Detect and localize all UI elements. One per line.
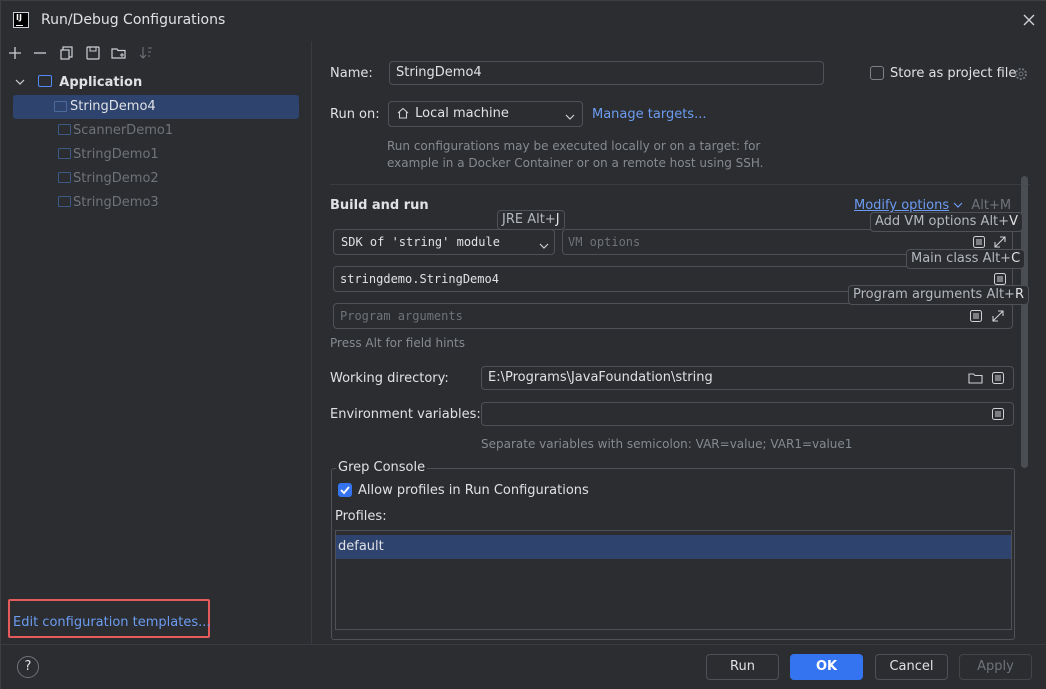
environment-variables-label: Environment variables: bbox=[330, 407, 481, 422]
expand-icon[interactable] bbox=[991, 309, 1005, 326]
profiles-label: Profiles: bbox=[335, 509, 387, 524]
store-as-project-label[interactable]: Store as project file bbox=[890, 66, 1016, 81]
run-config-icon bbox=[58, 196, 71, 207]
name-value: StringDemo4 bbox=[396, 65, 482, 80]
save-icon[interactable] bbox=[84, 44, 102, 62]
chevron-down-icon bbox=[565, 110, 575, 125]
list-icon[interactable] bbox=[991, 371, 1005, 389]
field-hints-text: Press Alt for field hints bbox=[330, 336, 465, 350]
run-on-dropdown[interactable]: Local machine bbox=[388, 101, 583, 127]
sdk-value: SDK of 'string' module bbox=[341, 235, 500, 249]
remove-icon[interactable] bbox=[31, 44, 49, 62]
tree-item-stringdemo1[interactable]: StringDemo1 bbox=[54, 143, 159, 167]
tooltip-text: Add VM options Alt+ bbox=[875, 214, 1010, 229]
store-as-project-checkbox[interactable] bbox=[870, 66, 884, 80]
build-and-run-title: Build and run bbox=[330, 198, 429, 213]
run-config-icon bbox=[58, 148, 71, 159]
environment-variables-field[interactable] bbox=[481, 402, 1014, 426]
chevron-down-icon[interactable] bbox=[15, 71, 29, 95]
allow-profiles-label[interactable]: Allow profiles in Run Configurations bbox=[358, 483, 589, 498]
application-folder-icon bbox=[38, 75, 53, 87]
help-button[interactable]: ? bbox=[17, 656, 39, 678]
tree-item-stringdemo2[interactable]: StringDemo2 bbox=[54, 167, 159, 191]
run-config-icon bbox=[54, 101, 67, 112]
run-on-hint-line-1: Run configurations may be executed local… bbox=[387, 139, 761, 153]
tree-item-label: StringDemo3 bbox=[73, 195, 159, 210]
tree-root-application[interactable]: Application bbox=[15, 71, 142, 95]
sort-icon[interactable] bbox=[137, 44, 155, 62]
sdk-dropdown[interactable]: SDK of 'string' module bbox=[333, 229, 555, 255]
chevron-down-icon bbox=[539, 239, 549, 253]
profiles-list[interactable]: default bbox=[335, 530, 1012, 630]
modify-options-label: Modify options bbox=[854, 198, 950, 213]
modify-options-link[interactable]: Modify options Alt+M bbox=[854, 198, 1011, 213]
title-bar: IJ Run/Debug Configurations bbox=[1, 1, 1046, 41]
dialog-button-bar: ? Run OK Cancel Apply bbox=[1, 644, 1046, 689]
run-on-hint-line-2: example in a Docker Container or on a re… bbox=[387, 156, 764, 170]
program-arguments-placeholder: Program arguments bbox=[340, 309, 463, 323]
configuration-tree-panel: Application StringDemo4 ScannerDemo1 Str… bbox=[1, 41, 312, 644]
tooltip-key: R bbox=[1014, 287, 1025, 302]
modify-options-shortcut: Alt+M bbox=[971, 198, 1012, 213]
tree-toolbar bbox=[5, 44, 165, 64]
run-on-label: Run on: bbox=[330, 107, 380, 122]
run-config-icon bbox=[58, 172, 71, 183]
working-directory-value: E:\Programs\JavaFoundation\string bbox=[488, 370, 713, 385]
main-class-value: stringdemo.StringDemo4 bbox=[340, 272, 499, 286]
tooltip-text: JRE Alt+ bbox=[502, 212, 556, 227]
tree-item-stringdemo3[interactable]: StringDemo3 bbox=[54, 191, 159, 215]
tree-root-label: Application bbox=[59, 75, 143, 90]
tree-item-label: StringDemo4 bbox=[70, 99, 156, 114]
cancel-button[interactable]: Cancel bbox=[875, 654, 948, 680]
new-folder-icon[interactable] bbox=[110, 44, 128, 62]
main-class-tooltip: Main class Alt+C bbox=[906, 249, 1026, 269]
ok-button[interactable]: OK bbox=[790, 654, 863, 680]
run-config-icon bbox=[58, 124, 71, 135]
apply-button[interactable]: Apply bbox=[959, 654, 1032, 680]
tree-item-stringdemo4[interactable]: StringDemo4 bbox=[13, 95, 299, 119]
list-icon[interactable] bbox=[969, 309, 983, 326]
working-directory-field[interactable]: E:\Programs\JavaFoundation\string bbox=[481, 366, 1014, 390]
manage-targets-link[interactable]: Manage targets... bbox=[592, 107, 706, 122]
tooltip-key: C bbox=[1011, 251, 1021, 266]
tooltip-key: J bbox=[555, 212, 560, 227]
folder-icon[interactable] bbox=[968, 371, 983, 389]
chevron-down-icon bbox=[953, 198, 963, 213]
working-directory-label: Working directory: bbox=[330, 371, 449, 386]
close-icon[interactable] bbox=[1021, 12, 1037, 28]
name-field[interactable]: StringDemo4 bbox=[389, 61, 824, 85]
allow-profiles-checkbox[interactable] bbox=[338, 483, 352, 497]
environment-variables-hint: Separate variables with semicolon: VAR=v… bbox=[481, 437, 853, 451]
run-on-value: Local machine bbox=[415, 106, 509, 121]
grep-console-title: Grep Console bbox=[336, 460, 428, 475]
name-label: Name: bbox=[330, 66, 373, 81]
tooltip-text: Program arguments Alt+ bbox=[853, 287, 1015, 302]
tree-item-label: StringDemo1 bbox=[73, 147, 159, 162]
home-icon bbox=[397, 107, 409, 123]
vm-options-placeholder: VM options bbox=[568, 235, 641, 249]
settings-gear-icon bbox=[1013, 66, 1029, 86]
copy-icon[interactable] bbox=[58, 44, 76, 62]
program-arguments-field[interactable]: Program arguments bbox=[333, 303, 1013, 329]
edit-configuration-templates-link[interactable]: Edit configuration templates... bbox=[13, 615, 211, 630]
tree-item-label: StringDemo2 bbox=[73, 171, 159, 186]
tooltip-text: Main class Alt+ bbox=[911, 251, 1012, 266]
add-icon[interactable] bbox=[6, 44, 24, 62]
add-vm-options-tooltip: Add VM options Alt+V bbox=[870, 212, 1023, 232]
tree-item-label: ScannerDemo1 bbox=[73, 123, 174, 138]
run-debug-dialog: IJ Run/Debug Configurations Application … bbox=[0, 0, 1046, 689]
list-icon[interactable] bbox=[991, 407, 1005, 425]
window-title: Run/Debug Configurations bbox=[41, 12, 226, 28]
program-arguments-tooltip: Program arguments Alt+R bbox=[848, 285, 1030, 305]
section-divider bbox=[330, 184, 1030, 185]
help-icon: ? bbox=[24, 659, 32, 674]
intellij-logo-icon: IJ bbox=[13, 12, 29, 28]
jre-hint-tooltip: JRE Alt+J bbox=[497, 210, 565, 230]
run-button[interactable]: Run bbox=[706, 654, 779, 680]
configuration-form: Name: StringDemo4 Store as project file … bbox=[313, 41, 1046, 644]
profile-item-default[interactable]: default bbox=[336, 535, 1011, 559]
tree-item-scannerdemo1[interactable]: ScannerDemo1 bbox=[54, 119, 173, 143]
tooltip-key: V bbox=[1009, 214, 1018, 229]
